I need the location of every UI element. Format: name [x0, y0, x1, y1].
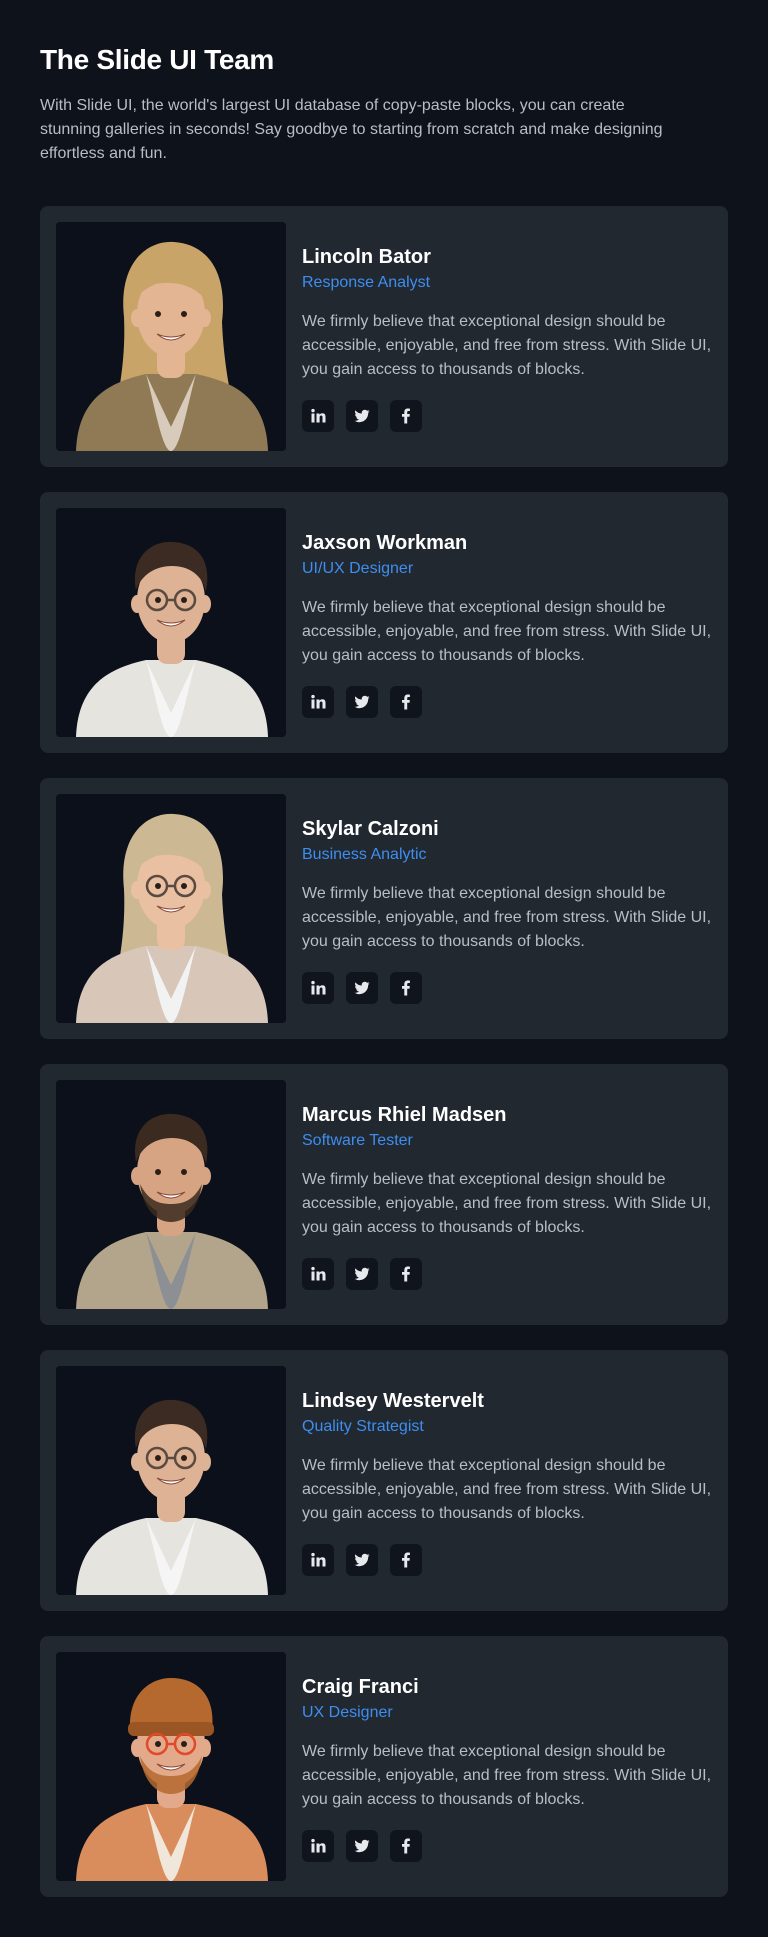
linkedin-icon: [311, 408, 326, 423]
member-role: UX Designer: [302, 1704, 393, 1721]
page-intro: With Slide UI, the world's largest UI da…: [40, 97, 663, 162]
member-role: Business Analytic: [302, 846, 427, 863]
team-card: Skylar Calzoni Business Analytic We firm…: [40, 778, 728, 1039]
member-photo: [56, 1652, 286, 1881]
linkedin-link[interactable]: [302, 1830, 334, 1862]
member-name: Lindsey Westervelt: [302, 1390, 484, 1412]
member-role: Response Analyst: [302, 274, 431, 291]
facebook-link[interactable]: [390, 1258, 422, 1290]
linkedin-link[interactable]: [302, 1544, 334, 1576]
portrait-illustration: [56, 222, 286, 451]
social-links: [302, 1830, 712, 1862]
team-section: The Slide UI Team With Slide UI, the wor…: [0, 0, 768, 1897]
social-links: [302, 1258, 712, 1290]
facebook-icon: [402, 1838, 410, 1854]
twitter-icon: [354, 981, 370, 995]
social-links: [302, 400, 712, 432]
facebook-link[interactable]: [390, 686, 422, 718]
facebook-link[interactable]: [390, 1544, 422, 1576]
linkedin-link[interactable]: [302, 1258, 334, 1290]
twitter-link[interactable]: [346, 1544, 378, 1576]
team-card: Craig Franci UX Designer We firmly belie…: [40, 1636, 728, 1897]
member-info: Craig Franci UX Designer We firmly belie…: [302, 1652, 712, 1881]
facebook-icon: [402, 694, 410, 710]
facebook-icon: [402, 980, 410, 996]
team-card: Lindsey Westervelt Quality Strategist We…: [40, 1350, 728, 1611]
facebook-icon: [402, 408, 410, 424]
linkedin-icon: [311, 1552, 326, 1567]
linkedin-icon: [311, 694, 326, 709]
facebook-icon: [402, 1266, 410, 1282]
member-photo: [56, 794, 286, 1023]
twitter-link[interactable]: [346, 686, 378, 718]
member-info: Jaxson Workman UI/UX Designer We firmly …: [302, 508, 712, 737]
page-title: The Slide UI Team: [40, 44, 274, 75]
member-name: Jaxson Workman: [302, 532, 468, 554]
member-bio: We firmly believe that exceptional desig…: [302, 885, 712, 950]
member-photo: [56, 1366, 286, 1595]
member-bio: We firmly believe that exceptional desig…: [302, 1171, 712, 1236]
member-role: Quality Strategist: [302, 1418, 424, 1435]
twitter-link[interactable]: [346, 1258, 378, 1290]
team-list: Lincoln Bator Response Analyst We firmly…: [40, 206, 728, 1897]
twitter-icon: [354, 1553, 370, 1567]
portrait-illustration: [56, 1366, 286, 1595]
member-bio: We firmly believe that exceptional desig…: [302, 313, 712, 378]
linkedin-icon: [311, 980, 326, 995]
linkedin-link[interactable]: [302, 400, 334, 432]
facebook-link[interactable]: [390, 1830, 422, 1862]
portrait-illustration: [56, 1652, 286, 1881]
member-photo: [56, 222, 286, 451]
member-role: UI/UX Designer: [302, 560, 414, 577]
linkedin-link[interactable]: [302, 686, 334, 718]
team-card: Marcus Rhiel Madsen Software Tester We f…: [40, 1064, 728, 1325]
twitter-icon: [354, 1839, 370, 1853]
portrait-illustration: [56, 1080, 286, 1309]
portrait-illustration: [56, 508, 286, 737]
member-photo: [56, 508, 286, 737]
portrait-illustration: [56, 794, 286, 1023]
facebook-icon: [402, 1552, 410, 1568]
member-role: Software Tester: [302, 1132, 413, 1149]
twitter-link[interactable]: [346, 400, 378, 432]
team-card: Jaxson Workman UI/UX Designer We firmly …: [40, 492, 728, 753]
team-card: Lincoln Bator Response Analyst We firmly…: [40, 206, 728, 467]
twitter-icon: [354, 1267, 370, 1281]
twitter-icon: [354, 409, 370, 423]
member-info: Skylar Calzoni Business Analytic We firm…: [302, 794, 712, 1023]
member-bio: We firmly believe that exceptional desig…: [302, 599, 712, 664]
facebook-link[interactable]: [390, 400, 422, 432]
member-info: Lindsey Westervelt Quality Strategist We…: [302, 1366, 712, 1595]
member-name: Craig Franci: [302, 1676, 419, 1698]
facebook-link[interactable]: [390, 972, 422, 1004]
linkedin-link[interactable]: [302, 972, 334, 1004]
member-bio: We firmly believe that exceptional desig…: [302, 1457, 712, 1522]
member-name: Marcus Rhiel Madsen: [302, 1104, 507, 1126]
twitter-link[interactable]: [346, 972, 378, 1004]
member-name: Skylar Calzoni: [302, 818, 439, 840]
social-links: [302, 686, 712, 718]
member-photo: [56, 1080, 286, 1309]
member-info: Marcus Rhiel Madsen Software Tester We f…: [302, 1080, 712, 1309]
member-name: Lincoln Bator: [302, 246, 431, 268]
linkedin-icon: [311, 1838, 326, 1853]
linkedin-icon: [311, 1266, 326, 1281]
twitter-icon: [354, 695, 370, 709]
twitter-link[interactable]: [346, 1830, 378, 1862]
member-bio: We firmly believe that exceptional desig…: [302, 1743, 712, 1808]
member-info: Lincoln Bator Response Analyst We firmly…: [302, 222, 712, 451]
social-links: [302, 972, 712, 1004]
social-links: [302, 1544, 712, 1576]
